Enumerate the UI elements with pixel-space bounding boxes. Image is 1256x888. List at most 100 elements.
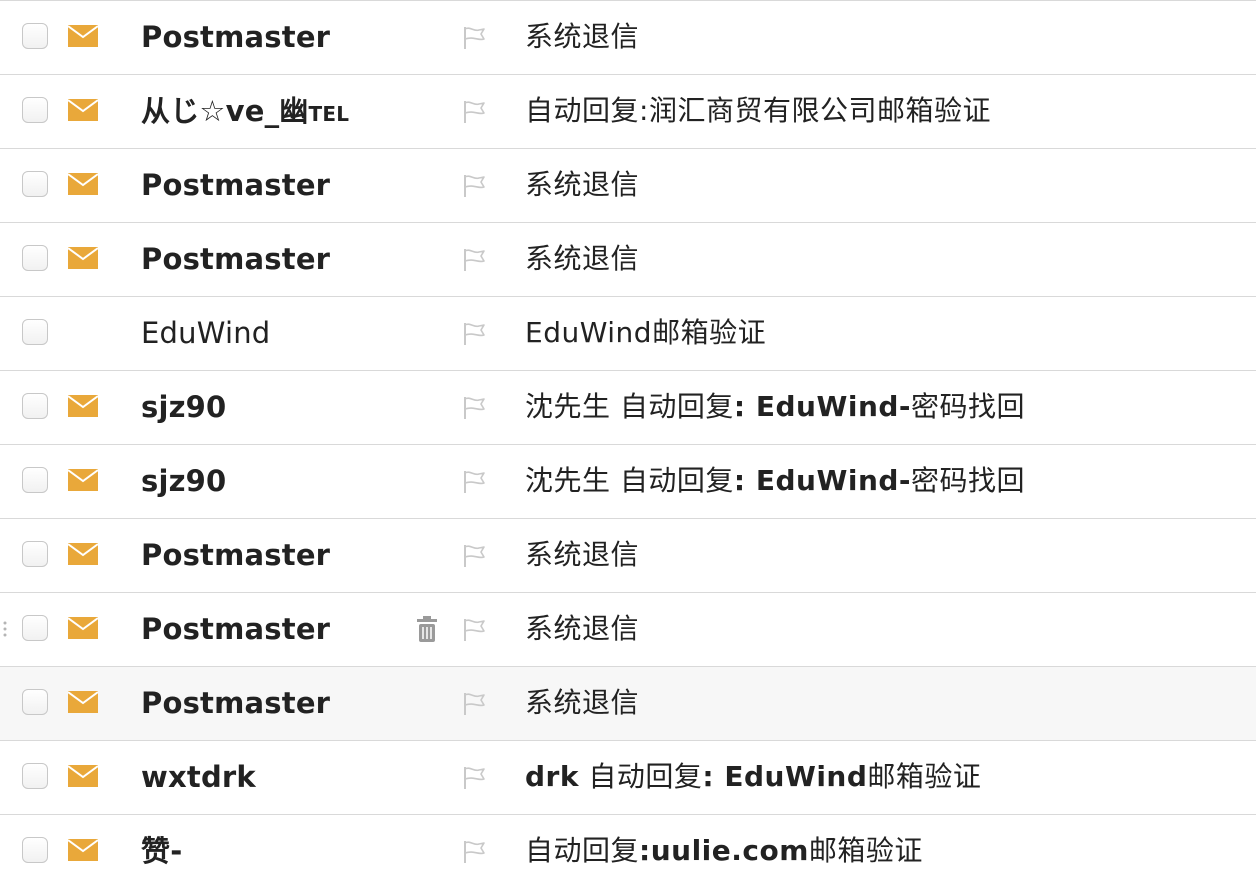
mail-row[interactable]: Postmaster 系统退信: [0, 593, 1256, 667]
mail-row[interactable]: Postmaster 系统退信: [0, 519, 1256, 593]
sender-text: 从じ☆ve_幽: [141, 94, 309, 128]
unread-envelope-icon[interactable]: [67, 839, 99, 861]
subject-line[interactable]: 系统退信: [525, 1, 639, 73]
subject-text: 自动回复:: [525, 94, 649, 127]
subject-line[interactable]: 系统退信: [525, 593, 639, 665]
select-checkbox[interactable]: [22, 763, 48, 789]
sender-text: 赞-: [141, 834, 183, 868]
unread-envelope-icon[interactable]: [67, 247, 99, 269]
subject-text: 自动回复: [525, 834, 640, 867]
flag-icon[interactable]: [462, 395, 488, 421]
subject-text: drk: [525, 760, 579, 793]
flag-icon[interactable]: [462, 99, 488, 125]
sender-name: sjz90: [141, 371, 226, 443]
sender-name: sjz90: [141, 445, 226, 517]
subject-text: : EduWind: [702, 760, 868, 793]
subject-line[interactable]: drk 自动回复: EduWind邮箱验证: [525, 741, 981, 813]
select-checkbox[interactable]: [22, 171, 48, 197]
subject-text: 邮箱验证: [808, 834, 923, 867]
flag-icon[interactable]: [462, 765, 488, 791]
mail-list: Postmaster 系统退信 从じ☆ve_幽TEL 自动回复:润汇商贸有限公司邮箱验…: [0, 0, 1256, 888]
unread-envelope-icon[interactable]: [67, 173, 99, 195]
subject-text: :uulie.com: [639, 834, 809, 867]
mail-row[interactable]: sjz90 沈先生 自动回复: EduWind-密码找回: [0, 371, 1256, 445]
subject-text: 密码找回: [911, 390, 1026, 423]
flag-icon[interactable]: [462, 247, 488, 273]
sender-name: Postmaster: [141, 149, 330, 221]
sender-name: 赞-: [141, 815, 182, 887]
subject-line[interactable]: 系统退信: [525, 223, 639, 295]
sender-name: EduWind: [141, 297, 270, 369]
flag-icon[interactable]: [462, 321, 488, 347]
subject-text: EduWind邮箱验证: [525, 316, 767, 349]
sender-suffix: TEL: [308, 102, 350, 126]
select-checkbox[interactable]: [22, 467, 48, 493]
flag-icon[interactable]: [462, 691, 488, 717]
subject-text: 系统退信: [525, 168, 640, 201]
sender-text: Postmaster: [141, 20, 331, 54]
mail-row[interactable]: Postmaster 系统退信: [0, 1, 1256, 75]
unread-envelope-icon[interactable]: [67, 691, 99, 713]
unread-envelope-icon[interactable]: [67, 25, 99, 47]
subject-text: 系统退信: [525, 686, 640, 719]
sender-text: EduWind: [141, 316, 271, 350]
select-checkbox[interactable]: [22, 615, 48, 641]
sender-text: Postmaster: [141, 242, 331, 276]
mail-row[interactable]: sjz90 沈先生 自动回复: EduWind-密码找回: [0, 445, 1256, 519]
subject-line[interactable]: 沈先生 自动回复: EduWind-密码找回: [525, 445, 1025, 517]
subject-line[interactable]: 系统退信: [525, 149, 639, 221]
subject-line[interactable]: 自动回复:uulie.com邮箱验证: [525, 815, 923, 887]
subject-text: 系统退信: [525, 612, 640, 645]
mail-row[interactable]: wxtdrk drk 自动回复: EduWind邮箱验证: [0, 741, 1256, 815]
select-checkbox[interactable]: [22, 319, 48, 345]
mail-row[interactable]: Postmaster 系统退信: [0, 149, 1256, 223]
flag-icon[interactable]: [462, 25, 488, 51]
sender-text: Postmaster: [141, 686, 331, 720]
subject-line[interactable]: 系统退信: [525, 519, 639, 591]
subject-line[interactable]: EduWind邮箱验证: [525, 297, 766, 369]
sender-text: Postmaster: [141, 538, 331, 572]
unread-envelope-icon[interactable]: [67, 543, 99, 565]
unread-envelope-icon[interactable]: [67, 469, 99, 491]
sender-name: Postmaster: [141, 223, 330, 295]
select-checkbox[interactable]: [22, 541, 48, 567]
unread-envelope-icon[interactable]: [67, 765, 99, 787]
mail-row[interactable]: Postmaster 系统退信: [0, 223, 1256, 297]
subject-line[interactable]: 自动回复:润汇商贸有限公司邮箱验证: [525, 75, 991, 147]
select-checkbox[interactable]: [22, 97, 48, 123]
flag-icon[interactable]: [462, 839, 488, 865]
flag-icon[interactable]: [462, 543, 488, 569]
flag-icon[interactable]: [462, 173, 488, 199]
select-checkbox[interactable]: [22, 245, 48, 271]
sender-text: wxtdrk: [141, 760, 256, 794]
unread-envelope-icon[interactable]: [67, 99, 99, 121]
flag-icon[interactable]: [462, 469, 488, 495]
subject-line[interactable]: 系统退信: [525, 667, 639, 739]
subject-line[interactable]: 沈先生 自动回复: EduWind-密码找回: [525, 371, 1025, 443]
sender-name: wxtdrk: [141, 741, 256, 813]
subject-text: 系统退信: [525, 242, 640, 275]
unread-envelope-icon[interactable]: [67, 617, 99, 639]
select-checkbox[interactable]: [22, 689, 48, 715]
subject-text: 沈先生 自动回复: [525, 390, 734, 423]
flag-icon[interactable]: [462, 617, 488, 643]
subject-text: 润汇商贸有限公司邮箱验证: [648, 94, 991, 127]
unread-envelope-icon[interactable]: [67, 395, 99, 417]
mail-row[interactable]: 赞- 自动回复:uulie.com邮箱验证: [0, 815, 1256, 885]
trash-icon[interactable]: [414, 615, 440, 643]
subject-text: 系统退信: [525, 538, 640, 571]
drag-handle-icon[interactable]: [2, 617, 8, 641]
subject-text: 邮箱验证: [867, 760, 982, 793]
mail-row[interactable]: Postmaster 系统退信: [0, 667, 1256, 741]
sender-text: Postmaster: [141, 168, 331, 202]
select-checkbox[interactable]: [22, 393, 48, 419]
sender-name: 从じ☆ve_幽TEL: [141, 75, 349, 147]
select-checkbox[interactable]: [22, 23, 48, 49]
subject-text: : EduWind-: [733, 464, 912, 497]
select-checkbox[interactable]: [22, 837, 48, 863]
mail-row[interactable]: EduWind EduWind邮箱验证: [0, 297, 1256, 371]
mail-row[interactable]: 从じ☆ve_幽TEL 自动回复:润汇商贸有限公司邮箱验证: [0, 75, 1256, 149]
sender-text: Postmaster: [141, 612, 331, 646]
sender-name: Postmaster: [141, 667, 330, 739]
subject-text: 自动回复: [578, 760, 703, 793]
